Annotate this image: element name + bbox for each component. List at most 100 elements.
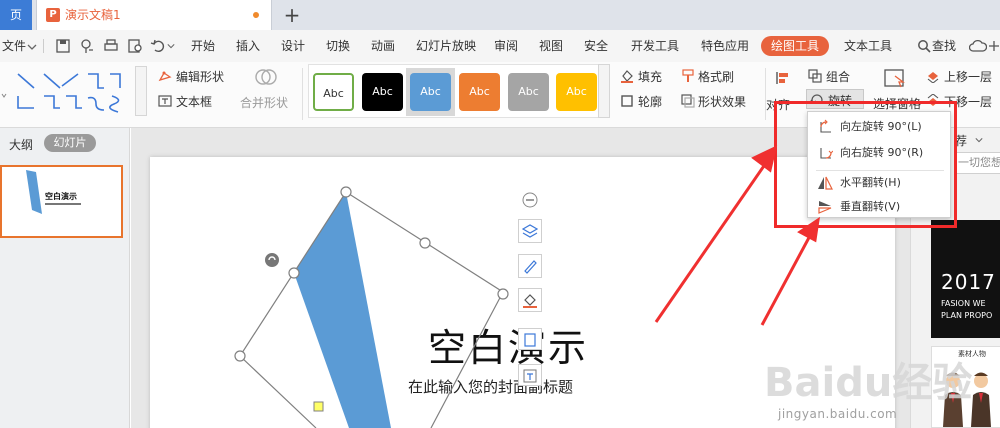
thumbnail-subtitle	[45, 203, 81, 205]
resize-handle[interactable]	[419, 237, 431, 249]
tab-view[interactable]: 视图	[539, 30, 563, 62]
file-menu[interactable]: 文件	[2, 30, 26, 62]
adjust-handle[interactable]	[313, 401, 324, 412]
watermark-brand: Baidu经验	[764, 360, 972, 406]
style-swatch-white[interactable]: Abc	[313, 73, 354, 111]
title-bar: 页 P 演示文稿1 +	[0, 0, 1000, 30]
shape-styles-gallery: Abc Abc Abc Abc Abc Abc	[308, 64, 604, 118]
text-wrap-icon	[523, 369, 537, 383]
style-swatch-yellow[interactable]: Abc	[556, 73, 597, 111]
collapse-icon[interactable]	[522, 192, 538, 208]
text-box-icon	[158, 95, 172, 107]
style-swatch-orange[interactable]: Abc	[459, 73, 500, 111]
pen-icon	[524, 260, 537, 274]
style-swatch-black[interactable]: Abc	[362, 73, 403, 111]
resize-handle[interactable]	[288, 267, 300, 279]
save-icon[interactable]	[55, 38, 71, 54]
style-swatch-blue[interactable]: Abc	[410, 73, 451, 111]
format-painter-button[interactable]: 格式刷	[698, 68, 734, 85]
fill-style-button[interactable]	[518, 288, 542, 312]
tab-drawing-tools[interactable]: 绘图工具	[761, 36, 829, 56]
tab-special-apps[interactable]: 特色应用	[701, 30, 749, 62]
template-line: PLAN PROPO	[941, 311, 993, 320]
resize-handle[interactable]	[234, 350, 246, 362]
selected-shape[interactable]	[221, 178, 521, 428]
output-icon[interactable]	[80, 38, 96, 54]
group-button[interactable]: 组合	[826, 68, 850, 85]
paint-bucket-icon	[523, 294, 537, 308]
thumbnail-shape	[26, 170, 42, 214]
merge-shape-icon	[255, 69, 277, 85]
box-icon	[524, 333, 536, 347]
document-tab[interactable]: P 演示文稿1	[36, 0, 272, 30]
tab-outline[interactable]: 大纲	[9, 136, 33, 153]
document-title: 演示文稿1	[65, 8, 121, 22]
shape-effects-button[interactable]: 形状效果	[698, 93, 746, 110]
template-card-dark[interactable]: 2017 FASION WE PLAN PROPO	[931, 220, 1000, 338]
chevron-down-icon[interactable]	[975, 136, 983, 144]
print-preview-icon[interactable]	[127, 38, 143, 54]
slides-panel: 大纲 幻灯片 空白演示	[0, 128, 130, 428]
outline-icon	[621, 95, 633, 107]
rotation-handle[interactable]	[265, 253, 279, 267]
template-search-input[interactable]: 一切您想	[955, 152, 1000, 174]
tab-home[interactable]: 开始	[191, 30, 215, 62]
chevron-down-icon[interactable]	[27, 42, 37, 52]
layers-button[interactable]	[518, 219, 542, 243]
template-year: 2017	[941, 270, 996, 294]
chevron-down-icon[interactable]	[167, 42, 175, 50]
tab-slideshow[interactable]: 幻灯片放映	[416, 30, 476, 62]
divider	[43, 39, 44, 53]
tab-animations[interactable]: 动画	[371, 30, 395, 62]
style-swatch-gray[interactable]: Abc	[508, 73, 549, 111]
shapes-scroll[interactable]	[135, 66, 147, 116]
outline-button[interactable]: 轮廓	[638, 93, 662, 110]
outline-style-button[interactable]	[518, 254, 542, 278]
align-icon	[776, 72, 788, 84]
unsaved-indicator	[253, 12, 259, 18]
divider	[302, 68, 303, 120]
undo-icon[interactable]	[150, 38, 166, 54]
tab-security[interactable]: 安全	[584, 30, 608, 62]
tab-insert[interactable]: 插入	[236, 30, 260, 62]
search-icon[interactable]	[917, 39, 931, 53]
fill-button[interactable]: 填充	[638, 68, 662, 85]
format-painter-icon	[682, 69, 694, 82]
selection-pane-icon	[884, 69, 905, 88]
shape-effect-button[interactable]	[518, 328, 542, 350]
styles-scroll[interactable]	[598, 64, 610, 118]
slide-thumbnail[interactable]: 空白演示	[0, 165, 123, 238]
more-icon[interactable]	[988, 39, 1000, 53]
presentation-icon: P	[46, 8, 60, 22]
shape-effects-icon	[681, 94, 695, 108]
home-tab[interactable]: 页	[0, 0, 32, 30]
tab-text-tools[interactable]: 文本工具	[844, 30, 892, 62]
tab-transitions[interactable]: 切换	[326, 30, 350, 62]
tab-design[interactable]: 设计	[281, 30, 305, 62]
watermark-url: jingyan.baidu.com	[778, 407, 898, 421]
fill-icon	[621, 70, 633, 83]
annotation-highlight-box	[774, 101, 957, 228]
bring-forward-button[interactable]: 上移一层	[944, 68, 992, 85]
cloud-icon[interactable]	[969, 39, 987, 53]
menu-bar: 文件 开始 插入 设计 切换 动画 幻灯片放映 审阅 视图 安全 开发工具 特色…	[0, 30, 1000, 62]
tab-review[interactable]: 审阅	[494, 30, 518, 62]
edit-shape-button[interactable]: 编辑形状	[176, 68, 224, 85]
tab-slides[interactable]: 幻灯片	[44, 134, 96, 152]
new-tab-button[interactable]: +	[282, 2, 302, 28]
line-shapes-gallery[interactable]	[0, 66, 130, 118]
search-button[interactable]: 查找	[932, 30, 956, 62]
parallelogram-shape[interactable]	[294, 192, 391, 428]
thumbnail-title: 空白演示	[45, 192, 77, 201]
text-box-button[interactable]: 文本框	[176, 93, 212, 110]
print-icon[interactable]	[103, 38, 119, 54]
template-line: FASION WE	[941, 299, 986, 308]
group-icon	[808, 69, 822, 83]
merge-shape-button[interactable]: 合并形状	[240, 94, 288, 111]
edit-shape-icon	[158, 71, 172, 82]
text-wrap-button[interactable]	[518, 364, 542, 386]
bring-forward-icon	[927, 72, 939, 83]
resize-handle[interactable]	[340, 186, 352, 198]
tab-developer[interactable]: 开发工具	[631, 30, 679, 62]
resize-handle[interactable]	[497, 288, 509, 300]
